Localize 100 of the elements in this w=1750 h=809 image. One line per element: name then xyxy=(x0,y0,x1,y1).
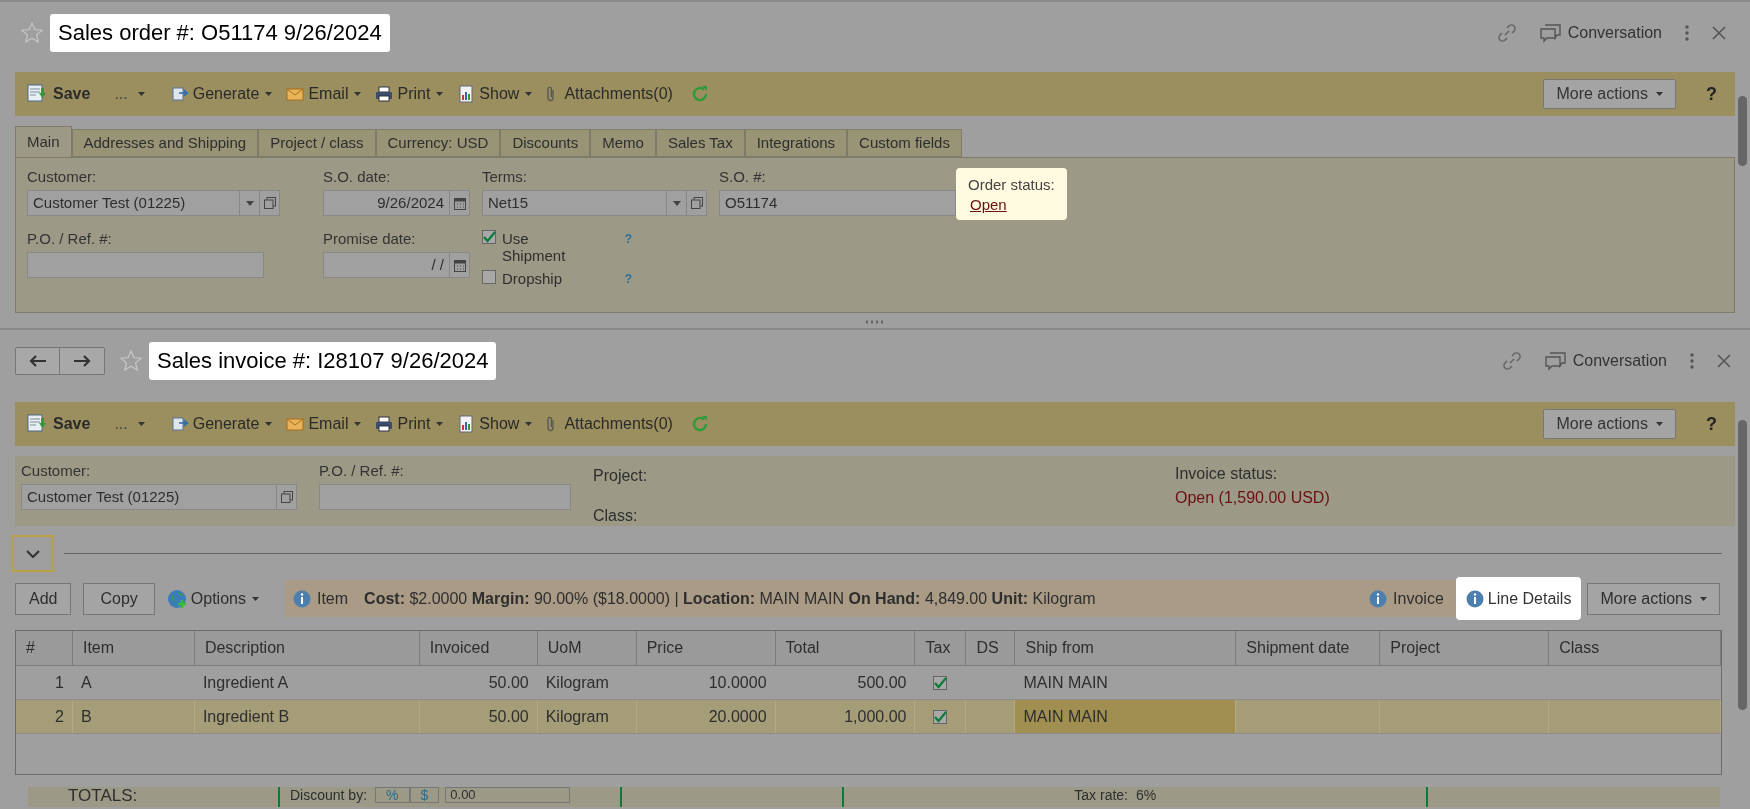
paperclip-icon xyxy=(546,85,557,103)
help-button[interactable]: ? xyxy=(1706,80,1717,108)
tab[interactable]: Memo xyxy=(590,129,656,157)
printer-icon xyxy=(375,415,394,433)
so-number-input[interactable]: O51174 xyxy=(719,190,956,216)
conversation-button[interactable]: Conversation xyxy=(1539,21,1662,45)
po-ref-input[interactable] xyxy=(27,252,264,278)
field-label: Class: xyxy=(593,506,638,526)
customer-field[interactable]: Customer Test (01225) xyxy=(21,484,297,510)
tab[interactable]: Addresses and Shipping xyxy=(71,129,259,157)
star-icon[interactable] xyxy=(20,21,44,45)
copy-button[interactable]: Copy xyxy=(83,582,155,615)
status-link[interactable]: Open xyxy=(970,196,1007,213)
more-actions-button[interactable]: More actions xyxy=(1543,409,1676,439)
more-actions-button[interactable]: More actions xyxy=(1543,79,1676,109)
attachments-button[interactable]: Attachments(0) xyxy=(546,412,673,436)
table-cell-text: 50.00 xyxy=(487,672,530,693)
table-cell: 2 xyxy=(16,700,73,733)
document-title: Sales order #: O51174 9/26/2024 xyxy=(50,14,390,52)
add-button[interactable]: Add xyxy=(15,582,72,615)
checkbox[interactable] xyxy=(933,709,948,724)
star-icon[interactable] xyxy=(119,349,143,373)
table-cell: 20.0000 xyxy=(636,700,776,733)
caret-icon xyxy=(525,92,533,96)
tab[interactable]: Discounts xyxy=(500,129,591,157)
caret-icon xyxy=(436,92,444,96)
document-title: Sales invoice #: I28107 9/26/2024 xyxy=(149,342,497,380)
checkbox[interactable] xyxy=(482,230,496,244)
column-header[interactable]: Invoiced xyxy=(419,631,538,665)
toolbar-menu-button[interactable]: Print xyxy=(375,82,444,106)
discount-input[interactable]: 0.00 xyxy=(445,787,571,803)
open-window-icon xyxy=(690,197,703,209)
kebab-menu-icon[interactable] xyxy=(1689,353,1695,369)
column-header[interactable]: Project xyxy=(1380,631,1550,665)
link-icon[interactable] xyxy=(1500,350,1523,372)
field-label: P.O. / Ref. #: xyxy=(319,462,405,480)
tab[interactable]: Sales Tax xyxy=(655,129,745,157)
invoice-info-tab[interactable]: Invoice xyxy=(1369,586,1444,611)
column-header[interactable]: DS xyxy=(966,631,1016,665)
resize-grip-icon[interactable] xyxy=(865,319,885,324)
conversation-button[interactable]: Conversation xyxy=(1544,349,1667,373)
table-cell: Kilogram xyxy=(537,700,637,733)
caret-icon xyxy=(354,92,362,96)
checkbox[interactable] xyxy=(933,675,948,690)
calendar-icon xyxy=(453,196,466,210)
tab[interactable]: Currency: USD xyxy=(375,129,501,157)
tab[interactable]: Custom fields xyxy=(847,129,962,157)
toolbar-menu-button[interactable]: Email xyxy=(286,82,362,106)
tab[interactable]: Integrations xyxy=(744,129,848,157)
table-row[interactable]: 2 B Ingredient B 50.00 Kilogram 20.0000 1,000.00 MAIN MAIN xyxy=(16,700,1721,734)
field-label: P.O. / Ref. #: xyxy=(27,230,113,248)
toolbar-menu-button[interactable]: Email xyxy=(286,412,362,436)
collapse-button[interactable] xyxy=(12,535,54,572)
toolbar-menu-button[interactable]: Show xyxy=(457,412,533,436)
checkbox[interactable] xyxy=(482,270,496,284)
kebab-menu-icon[interactable] xyxy=(1684,25,1690,41)
tab[interactable]: Project / class xyxy=(258,129,376,157)
caret-icon xyxy=(1700,596,1707,601)
totals-label: TOTALS: xyxy=(68,787,139,805)
options-button[interactable]: Options xyxy=(166,586,259,611)
checkbox-label: Use Shipment xyxy=(502,230,567,264)
column-header[interactable]: Total xyxy=(775,631,916,665)
close-icon[interactable] xyxy=(1712,26,1726,40)
more-menu-button[interactable]: ... xyxy=(114,82,145,106)
date-input[interactable]: 9/26/2024 xyxy=(323,190,470,216)
tab[interactable]: Main xyxy=(15,126,72,157)
column-header[interactable]: Description xyxy=(194,631,420,665)
customer-dropdown[interactable]: Customer Test (01225) xyxy=(27,190,280,216)
toolbar-menu-button[interactable]: Show xyxy=(457,82,533,106)
date-input[interactable]: / / xyxy=(323,252,470,278)
toolbar-menu-button[interactable]: Print xyxy=(375,412,444,436)
column-header[interactable]: Class xyxy=(1549,631,1721,665)
report-icon xyxy=(457,85,476,103)
column-header[interactable]: Ship from xyxy=(1015,631,1237,665)
line-details-tab[interactable]: Line Details xyxy=(1455,577,1582,620)
table-cell-text: MAIN MAIN xyxy=(1022,672,1109,693)
close-icon[interactable] xyxy=(1717,354,1731,368)
link-icon[interactable] xyxy=(1495,22,1518,44)
item-info-tab[interactable]: Item xyxy=(292,586,349,611)
table-cell-text: 500.00 xyxy=(856,672,908,693)
checkbox-label: Dropship xyxy=(502,270,564,287)
column-header[interactable]: Tax xyxy=(915,631,967,665)
po-ref-input[interactable] xyxy=(319,484,571,510)
field-label: Promise date: xyxy=(323,230,417,248)
more-actions-button[interactable]: More actions xyxy=(1587,582,1720,615)
more-menu-button[interactable]: ... xyxy=(114,412,145,436)
column-header[interactable]: UoM xyxy=(537,631,637,665)
chat-bubbles-icon xyxy=(1539,23,1562,43)
column-header[interactable]: # xyxy=(16,631,73,665)
column-header[interactable]: Item xyxy=(72,631,195,665)
toolbar-menu-button[interactable]: Generate xyxy=(170,82,273,106)
save-button[interactable]: Save xyxy=(27,82,91,106)
terms-dropdown[interactable]: Net15 xyxy=(482,190,707,216)
help-button[interactable]: ? xyxy=(1706,410,1717,438)
attachments-button[interactable]: Attachments(0) xyxy=(546,82,673,106)
column-header[interactable]: Shipment date xyxy=(1236,631,1381,665)
save-button[interactable]: Save xyxy=(27,412,91,436)
paperclip-icon xyxy=(546,415,557,433)
toolbar-menu-button[interactable]: Generate xyxy=(170,412,273,436)
column-header[interactable]: Price xyxy=(636,631,776,665)
